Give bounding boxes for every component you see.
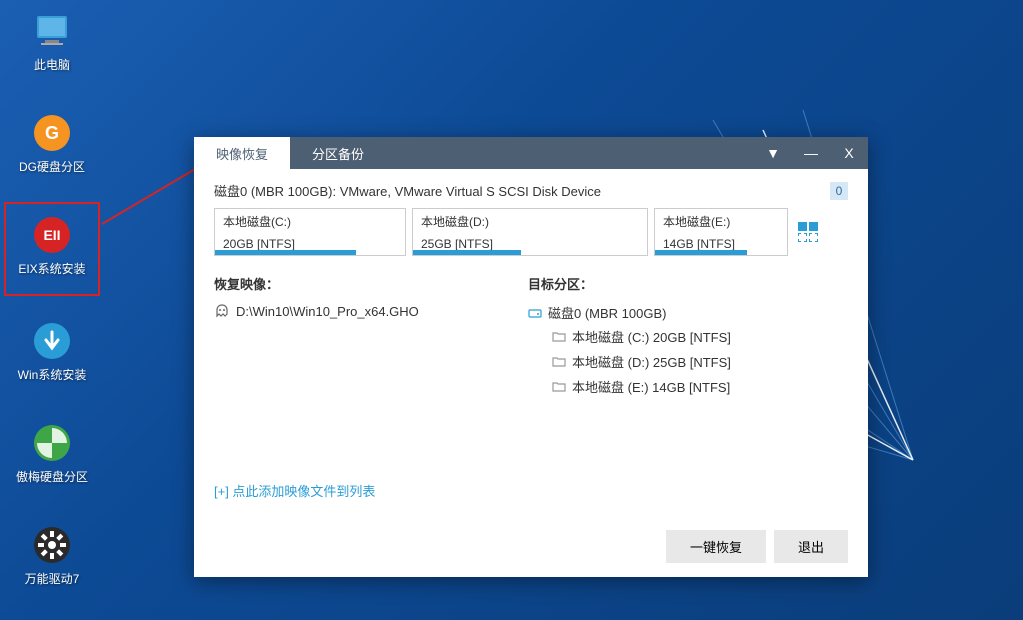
desktop-icon-label: 此电脑 — [14, 56, 90, 73]
desktop-icon-eix[interactable]: EII EIX系统安装 — [14, 214, 90, 277]
close-button[interactable]: X — [830, 145, 868, 161]
tab-image-restore[interactable]: 映像恢复 — [194, 137, 290, 169]
partition-size: 25GB [NTFS] — [421, 237, 639, 251]
partition-c[interactable]: 本地磁盘(C:) 20GB [NTFS] — [214, 208, 406, 256]
disk-index-badge[interactable]: 0 — [830, 182, 848, 200]
svg-text:G: G — [45, 123, 59, 143]
image-file-path: D:\Win10\Win10_Pro_x64.GHO — [236, 304, 419, 319]
win-install-icon — [31, 320, 73, 362]
disk-title: 磁盘0 (MBR 100GB): VMware, VMware Virtual … — [214, 181, 601, 200]
add-image-link[interactable]: [+] 点此添加映像文件到列表 — [214, 481, 375, 500]
disk-icon — [528, 306, 542, 320]
desktop-icon-label: DG硬盘分区 — [14, 158, 90, 175]
desktop-icon-this-pc[interactable]: 此电脑 — [14, 10, 90, 73]
partition-size: 20GB [NTFS] — [223, 237, 397, 251]
gear-icon — [31, 524, 73, 566]
desktop-icon-aomei[interactable]: 傲梅硬盘分区 — [14, 422, 90, 485]
image-file-item[interactable]: D:\Win10\Win10_Pro_x64.GHO — [214, 301, 504, 321]
svg-text:EII: EII — [43, 227, 60, 243]
eix-icon: EII — [31, 214, 73, 256]
desktop-icon-label: 万能驱动7 — [14, 570, 90, 587]
restore-image-heading: 恢复映像： — [214, 274, 504, 293]
ghost-icon — [214, 303, 230, 319]
dg-icon: G — [31, 112, 73, 154]
partition-fill — [413, 250, 521, 255]
partition-d[interactable]: 本地磁盘(D:) 25GB [NTFS] — [412, 208, 648, 256]
desktop-icon-win[interactable]: Win系统安装 — [14, 320, 90, 383]
aomei-icon — [31, 422, 73, 464]
exit-button[interactable]: 退出 — [774, 530, 848, 563]
titlebar: 映像恢复 分区备份 ▼ — X — [194, 137, 868, 169]
restore-image-pane: 恢复映像： D:\Win10\Win10_Pro_x64.GHO [+] 点此添… — [214, 274, 504, 500]
tree-item-label: 本地磁盘 (C:) 20GB [NTFS] — [572, 327, 731, 346]
desktop-icon-label: EIX系统安装 — [14, 260, 90, 277]
tree-item-label: 本地磁盘 (D:) 25GB [NTFS] — [572, 352, 731, 371]
desktop-icon-driver[interactable]: 万能驱动7 — [14, 524, 90, 587]
minimize-button[interactable]: — — [792, 145, 830, 161]
partition-label: 本地磁盘(C:) — [223, 213, 397, 230]
tree-item-label: 本地磁盘 (E:) 14GB [NTFS] — [572, 377, 730, 396]
partition-label: 本地磁盘(E:) — [663, 213, 779, 230]
folder-icon — [552, 356, 566, 368]
tree-partition-c[interactable]: 本地磁盘 (C:) 20GB [NTFS] — [552, 324, 848, 349]
desktop-icon-label: Win系统安装 — [14, 366, 90, 383]
partition-label: 本地磁盘(D:) — [421, 213, 639, 230]
partition-fill — [655, 250, 747, 255]
tab-partition-backup[interactable]: 分区备份 — [290, 137, 386, 169]
one-click-restore-button[interactable]: 一键恢复 — [666, 530, 766, 563]
tree-disk-root[interactable]: 磁盘0 (MBR 100GB) — [528, 301, 848, 324]
layout-toggle-icon[interactable] — [798, 208, 818, 256]
pc-icon — [31, 10, 73, 52]
partition-fill — [215, 250, 356, 255]
target-partition-heading: 目标分区： — [528, 274, 848, 293]
tree-partition-e[interactable]: 本地磁盘 (E:) 14GB [NTFS] — [552, 374, 848, 399]
dropdown-button[interactable]: ▼ — [754, 145, 792, 161]
folder-icon — [552, 381, 566, 393]
partition-bar: 本地磁盘(C:) 20GB [NTFS] 本地磁盘(D:) 25GB [NTFS… — [214, 208, 848, 256]
eix-app-window: 映像恢复 分区备份 ▼ — X 磁盘0 (MBR 100GB): VMware,… — [194, 137, 868, 577]
target-partition-pane: 目标分区： 磁盘0 (MBR 100GB) 本地磁盘 (C:) 20GB [NT… — [528, 274, 848, 500]
desktop-icon-dg[interactable]: G DG硬盘分区 — [14, 112, 90, 175]
tree-partition-d[interactable]: 本地磁盘 (D:) 25GB [NTFS] — [552, 349, 848, 374]
folder-icon — [552, 331, 566, 343]
desktop-icon-label: 傲梅硬盘分区 — [14, 468, 90, 485]
partition-size: 14GB [NTFS] — [663, 237, 779, 251]
tree-root-label: 磁盘0 (MBR 100GB) — [548, 303, 666, 322]
partition-e[interactable]: 本地磁盘(E:) 14GB [NTFS] — [654, 208, 788, 256]
